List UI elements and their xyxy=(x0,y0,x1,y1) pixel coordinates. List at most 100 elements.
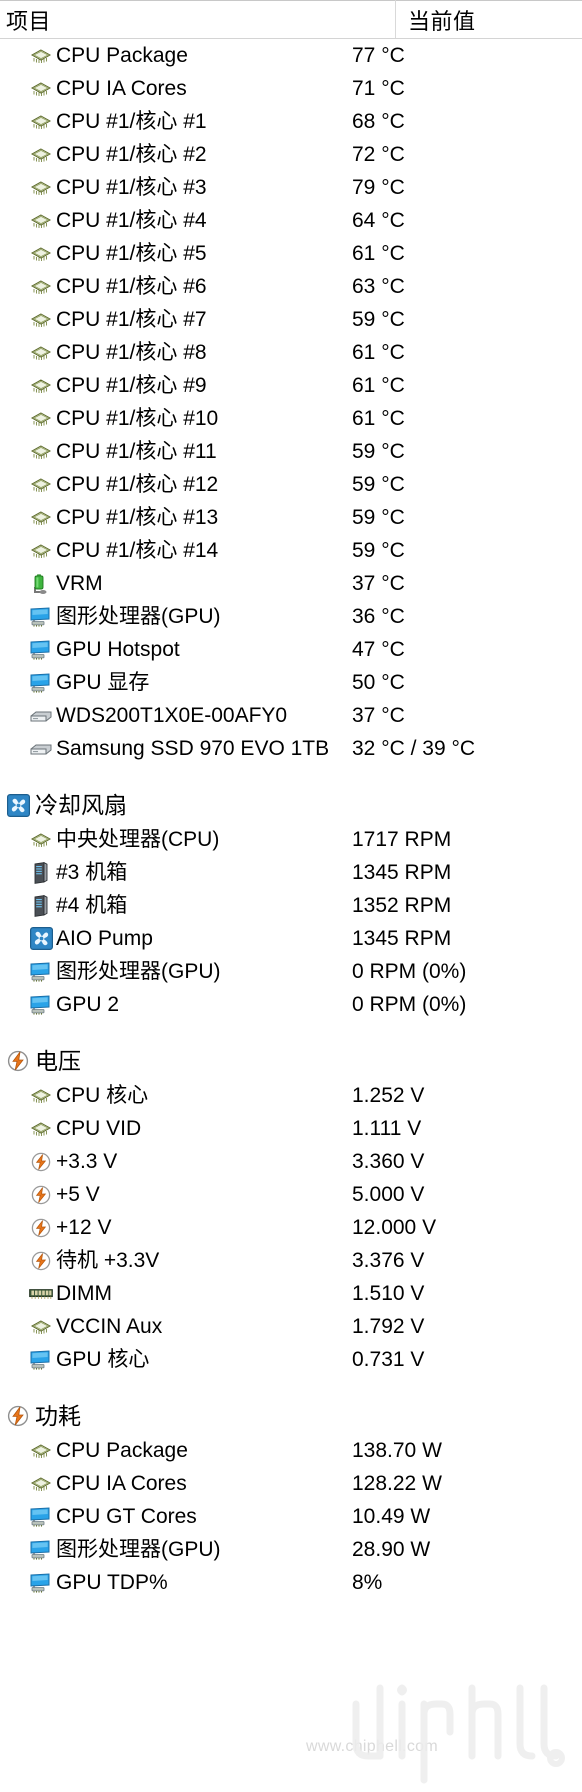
sensor-row[interactable]: CPU GT Cores 10.49 W xyxy=(0,1500,582,1533)
sensor-value: 1352 RPM xyxy=(352,894,452,917)
sensor-row[interactable]: CPU #1/核心 #2 72 °C xyxy=(0,138,582,171)
sensor-label: DIMM xyxy=(56,1282,112,1305)
sensor-row[interactable]: CPU Package 138.70 W xyxy=(0,1434,582,1467)
sensor-row[interactable]: CPU #1/核心 #11 59 °C xyxy=(0,435,582,468)
sensor-row[interactable]: 图形处理器(GPU) 28.90 W xyxy=(0,1533,582,1566)
sensor-value: 1.792 V xyxy=(352,1315,425,1338)
sensor-row[interactable]: CPU #1/核心 #12 59 °C xyxy=(0,468,582,501)
sensor-row[interactable]: CPU #1/核心 #10 61 °C xyxy=(0,402,582,435)
sensor-row[interactable]: CPU #1/核心 #3 79 °C xyxy=(0,171,582,204)
sensor-row[interactable]: CPU #1/核心 #7 59 °C xyxy=(0,303,582,336)
sensor-value: 71 °C xyxy=(352,77,405,100)
sensor-row[interactable]: 图形处理器(GPU) 0 RPM (0%) xyxy=(0,955,582,988)
cpu-chip-icon xyxy=(28,375,54,397)
sensor-row[interactable]: CPU IA Cores 71 °C xyxy=(0,72,582,105)
column-header-value[interactable]: 当前值 xyxy=(408,4,476,36)
sensor-value: 8% xyxy=(352,1571,383,1594)
sensor-label: 图形处理器(GPU) xyxy=(56,960,221,983)
sensor-row[interactable]: CPU #1/核心 #4 64 °C xyxy=(0,204,582,237)
sensor-label: VCCIN Aux xyxy=(56,1315,163,1338)
sensor-row[interactable]: CPU #1/核心 #8 61 °C xyxy=(0,336,582,369)
table-header: 项目 当前值 xyxy=(0,0,582,39)
sensor-value: 3.376 V xyxy=(352,1249,425,1272)
bolt-circle-icon xyxy=(28,1151,54,1173)
sensor-row[interactable]: CPU 核心 1.252 V xyxy=(0,1079,582,1112)
column-header-item[interactable]: 项目 xyxy=(6,4,51,36)
sensor-row[interactable]: CPU IA Cores 128.22 W xyxy=(0,1467,582,1500)
cpu-chip-icon xyxy=(28,1118,54,1140)
sensor-row[interactable]: CPU #1/核心 #5 61 °C xyxy=(0,237,582,270)
sensor-row[interactable]: #4 机箱 1352 RPM xyxy=(0,889,582,922)
gpu-monitor-icon xyxy=(28,639,54,661)
sensor-label: CPU #1/核心 #2 xyxy=(56,143,207,166)
sensor-row[interactable]: GPU 2 0 RPM (0%) xyxy=(0,988,582,1021)
sensor-label: 中央处理器(CPU) xyxy=(56,828,220,851)
sensor-label: CPU VID xyxy=(56,1117,142,1140)
sensor-row[interactable]: 待机 +3.3V 3.376 V xyxy=(0,1244,582,1277)
sensor-row[interactable]: GPU Hotspot 47 °C xyxy=(0,633,582,666)
sensor-label: #4 机箱 xyxy=(56,894,128,917)
cpu-chip-icon xyxy=(28,474,54,496)
sensor-label: 图形处理器(GPU) xyxy=(56,1538,221,1561)
fan-icon xyxy=(28,927,54,950)
sensor-row[interactable]: #3 机箱 1345 RPM xyxy=(0,856,582,889)
sensor-value: 61 °C xyxy=(352,242,405,265)
sensor-row[interactable]: GPU TDP% 8% xyxy=(0,1566,582,1599)
bolt-circle-icon xyxy=(28,1184,54,1206)
section-title: 冷却风扇 xyxy=(35,791,127,818)
sensor-row[interactable]: WDS200T1X0E-00AFY0 37 °C xyxy=(0,699,582,732)
sensor-row[interactable]: +5 V 5.000 V xyxy=(0,1178,582,1211)
sensor-row[interactable]: CPU #1/核心 #6 63 °C xyxy=(0,270,582,303)
cpu-chip-icon xyxy=(28,177,54,199)
sensor-value: 47 °C xyxy=(352,638,405,661)
sensor-label: CPU #1/核心 #8 xyxy=(56,341,207,364)
sensor-row[interactable]: CPU VID 1.111 V xyxy=(0,1112,582,1145)
sensor-row[interactable]: Samsung SSD 970 EVO 1TB 32 °C / 39 °C xyxy=(0,732,582,765)
cpu-chip-icon xyxy=(28,144,54,166)
sensor-row[interactable]: CPU #1/核心 #9 61 °C xyxy=(0,369,582,402)
sensor-value: 63 °C xyxy=(352,275,405,298)
sensor-label: GPU 显存 xyxy=(56,671,150,694)
sensor-label: CPU IA Cores xyxy=(56,77,187,100)
sensor-row[interactable]: CPU #1/核心 #14 59 °C xyxy=(0,534,582,567)
gpu-monitor-icon xyxy=(28,994,54,1016)
sensor-row[interactable]: CPU #1/核心 #1 68 °C xyxy=(0,105,582,138)
sensor-value: 36 °C xyxy=(352,605,405,628)
sensor-label: #3 机箱 xyxy=(56,861,128,884)
sensor-value: 59 °C xyxy=(352,440,405,463)
sensor-row[interactable]: GPU 显存 50 °C xyxy=(0,666,582,699)
sensor-row[interactable]: VCCIN Aux 1.792 V xyxy=(0,1310,582,1343)
sensor-row[interactable]: 中央处理器(CPU) 1717 RPM xyxy=(0,823,582,856)
sensor-value: 0 RPM (0%) xyxy=(352,960,467,983)
drive-icon xyxy=(28,705,54,727)
sensor-row[interactable]: DIMM 1.510 V xyxy=(0,1277,582,1310)
cpu-chip-icon xyxy=(28,45,54,67)
sensor-list: CPU Package 77 °C CPU IA Cores 71 °C CPU #1/… xyxy=(0,39,582,1599)
cpu-chip-icon xyxy=(28,540,54,562)
cpu-chip-icon xyxy=(28,276,54,298)
section-header-voltages[interactable]: 电压 xyxy=(0,1043,582,1079)
bolt-circle-icon xyxy=(28,1217,54,1239)
sensor-label: +12 V xyxy=(56,1216,112,1239)
cpu-chip-icon xyxy=(28,1085,54,1107)
sensor-label: +5 V xyxy=(56,1183,100,1206)
sensor-row[interactable]: +12 V 12.000 V xyxy=(0,1211,582,1244)
sensor-row[interactable]: +3.3 V 3.360 V xyxy=(0,1145,582,1178)
sensor-row[interactable]: CPU #1/核心 #13 59 °C xyxy=(0,501,582,534)
sensor-row[interactable]: CPU Package 77 °C xyxy=(0,39,582,72)
sensor-row[interactable]: VRM 37 °C xyxy=(0,567,582,600)
section-header-cooling-fans[interactable]: 冷却风扇 xyxy=(0,787,582,823)
sensor-row[interactable]: 图形处理器(GPU) 36 °C xyxy=(0,600,582,633)
sensor-label: CPU #1/核心 #3 xyxy=(56,176,207,199)
sensor-label: GPU 核心 xyxy=(56,1348,150,1371)
cpu-chip-icon xyxy=(28,111,54,133)
sensor-value: 28.90 W xyxy=(352,1538,431,1561)
sensor-row[interactable]: GPU 核心 0.731 V xyxy=(0,1343,582,1376)
cpu-chip-icon xyxy=(28,408,54,430)
section-header-power[interactable]: 功耗 xyxy=(0,1398,582,1434)
sensor-value: 61 °C xyxy=(352,407,405,430)
sensor-row[interactable]: AIO Pump 1345 RPM xyxy=(0,922,582,955)
sensor-label: CPU #1/核心 #10 xyxy=(56,407,219,430)
gpu-monitor-icon xyxy=(28,1349,54,1371)
